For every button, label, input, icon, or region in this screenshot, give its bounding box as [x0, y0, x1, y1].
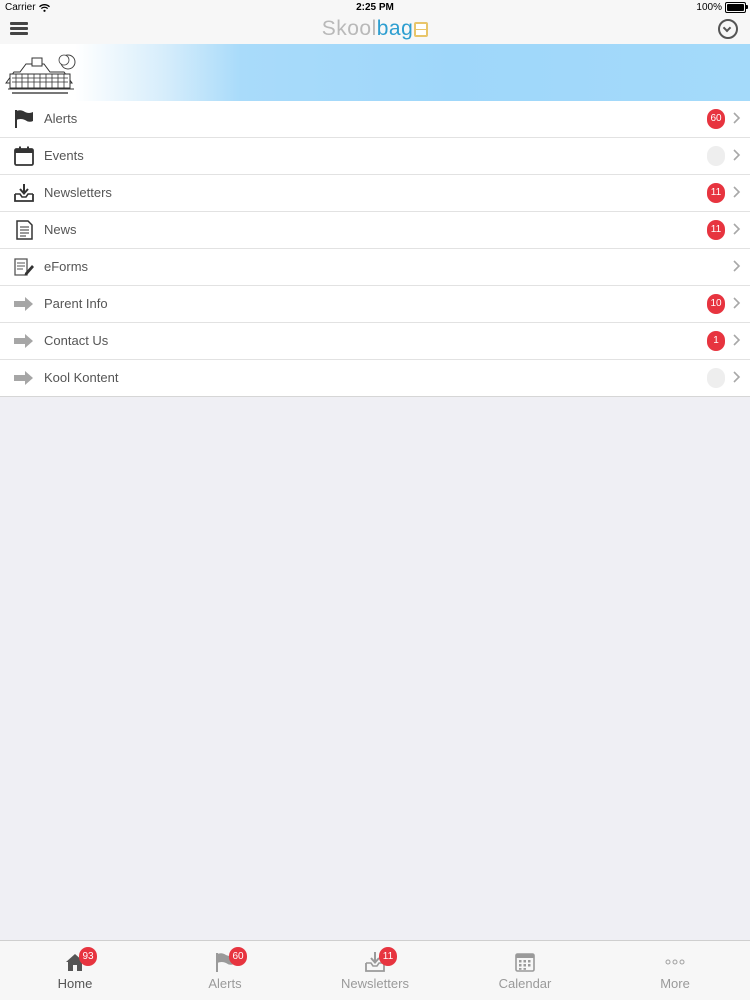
form-edit-icon: [14, 258, 34, 276]
tab-label: Calendar: [498, 976, 552, 991]
chevron-right-icon: [733, 371, 741, 383]
unread-count-badge: 11: [707, 220, 725, 240]
more-dots-icon: [665, 959, 685, 965]
menu-item-kool-kontent[interactable]: Kool Kontent: [0, 360, 750, 397]
school-banner: [0, 44, 750, 101]
tab-home[interactable]: 93 Home: [0, 941, 150, 1000]
menu-item-events[interactable]: Events: [0, 138, 750, 175]
skoolbag-logo: Skoolbag: [0, 17, 750, 41]
tab-bar: 93 Home 60 Alerts 11 Newsletters Calenda…: [0, 940, 750, 1000]
arrow-right-icon: [14, 297, 33, 311]
document-icon: [16, 220, 33, 240]
chevron-right-icon: [733, 149, 741, 161]
unread-count-badge: [707, 146, 725, 166]
menu-item-label: eForms: [44, 259, 89, 274]
tab-badge: 11: [379, 947, 397, 966]
menu-item-label: News: [44, 222, 77, 237]
battery-percent: 100%: [696, 2, 722, 13]
tab-badge: 60: [229, 947, 247, 966]
status-time: 2:25 PM: [356, 2, 394, 13]
arrow-right-icon: [14, 371, 33, 385]
menu-item-label: Newsletters: [44, 185, 112, 200]
nav-bar: Skoolbag: [0, 16, 750, 44]
tab-more[interactable]: More: [600, 941, 750, 1000]
tab-calendar[interactable]: Calendar: [450, 941, 600, 1000]
battery-icon: [725, 2, 748, 13]
unread-count-badge: [707, 368, 725, 388]
tab-label: More: [660, 976, 690, 991]
menu-item-news[interactable]: News 11: [0, 212, 750, 249]
menu-item-label: Alerts: [44, 111, 78, 126]
menu-item-parent-info[interactable]: Parent Info 10: [0, 286, 750, 323]
calendar-icon: [14, 146, 34, 166]
unread-count-badge: 1: [707, 331, 725, 351]
menu-item-contact-us[interactable]: Contact Us 1: [0, 323, 750, 360]
chevron-right-icon: [733, 223, 741, 235]
chevron-right-icon: [733, 260, 741, 272]
school-building-logo: [5, 54, 76, 94]
menu-item-label: Parent Info: [44, 296, 108, 311]
tab-newsletters[interactable]: 11 Newsletters: [300, 941, 450, 1000]
menu-item-eforms[interactable]: eForms: [0, 249, 750, 286]
calendar-icon: [515, 953, 535, 972]
logo-text-skool: Skool: [321, 17, 377, 40]
menu-item-alerts[interactable]: Alerts 60: [0, 101, 750, 138]
tab-alerts[interactable]: 60 Alerts: [150, 941, 300, 1000]
chevron-right-icon: [733, 297, 741, 309]
unread-count-badge: 10: [707, 294, 725, 314]
tab-label: Home: [57, 976, 93, 991]
unread-count-badge: 60: [707, 109, 725, 129]
chevron-right-icon: [733, 334, 741, 346]
chevron-right-icon: [733, 186, 741, 198]
menu-item-newsletters[interactable]: Newsletters 11: [0, 175, 750, 212]
tab-badge: 93: [79, 947, 97, 966]
menu-item-label: Contact Us: [44, 333, 109, 348]
arrow-right-icon: [14, 334, 33, 348]
menu-item-label: Kool Kontent: [44, 370, 119, 385]
menu-list: Alerts 60 Events Newsletters 11 News 11 …: [0, 101, 750, 397]
inbox-download-icon: [14, 184, 34, 202]
status-bar: Carrier 2:25 PM 100%: [0, 0, 750, 16]
tab-label: Alerts: [208, 976, 242, 991]
menu-item-label: Events: [44, 148, 84, 163]
logo-text-bag: bag: [376, 17, 414, 40]
unread-count-badge: 11: [707, 183, 725, 203]
logo-book-icon: [414, 22, 429, 37]
tab-label: Newsletters: [341, 976, 409, 991]
status-right: 100%: [696, 2, 748, 13]
flag-icon: [15, 110, 33, 128]
sync-icon[interactable]: [718, 19, 738, 39]
chevron-right-icon: [733, 112, 741, 124]
